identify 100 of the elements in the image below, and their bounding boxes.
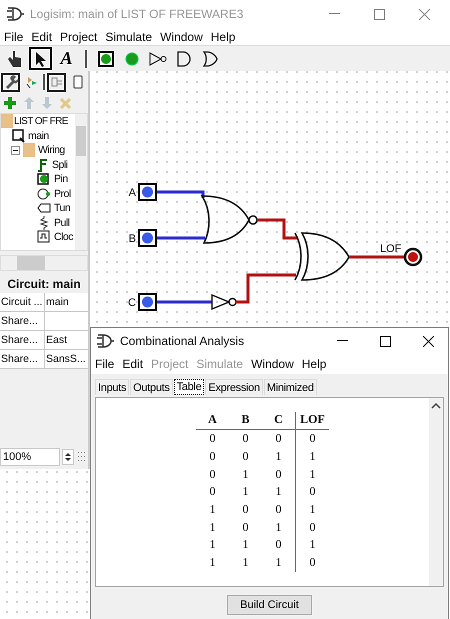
table-cell: 0 <box>296 483 329 501</box>
folder-icon <box>1 114 13 128</box>
add-button[interactable] <box>3 97 17 109</box>
tree-item[interactable]: Wiring <box>38 144 65 156</box>
attribute-value[interactable]: main <box>45 293 88 311</box>
wire <box>157 236 205 240</box>
hierarchy-icon <box>24 75 38 89</box>
pin-label: A <box>128 187 136 199</box>
column-header: C <box>262 412 296 430</box>
hand-icon <box>6 50 22 68</box>
probe-icon <box>37 186 51 201</box>
input-pin-icon[interactable] <box>138 229 157 247</box>
table-cell: 0 <box>262 500 296 518</box>
table-cell: 1 <box>296 500 329 518</box>
tree-item[interactable]: Tun <box>54 202 70 214</box>
pin-label: B <box>128 233 136 245</box>
wire <box>349 256 405 258</box>
attributes-title: Circuit: main <box>6 276 82 293</box>
table-cell: 1 <box>296 448 329 466</box>
menu-item[interactable]: Simulate <box>105 30 152 44</box>
vertical-scrollbar[interactable] <box>429 398 443 586</box>
or-gate-icon <box>202 50 218 66</box>
column-header: B <box>229 412 262 430</box>
table-cell-text: 0 <box>242 501 250 518</box>
tunnel-icon <box>37 201 51 216</box>
wire <box>236 274 296 304</box>
input-pin-icon[interactable] <box>138 183 157 201</box>
menu-item[interactable]: File <box>95 357 114 371</box>
arrow-tool-button[interactable] <box>29 47 52 70</box>
text-tool-button[interactable]: A <box>55 47 78 70</box>
table-cell: 0 <box>296 430 329 448</box>
attribute-value[interactable]: SansS... <box>45 350 88 368</box>
arrow-cursor-icon <box>34 50 46 66</box>
table-cell-text: 0 <box>242 518 250 536</box>
attribute-name: Share... <box>0 350 45 368</box>
menu-item[interactable]: File <box>4 30 24 44</box>
minimize-icon[interactable] <box>337 340 348 342</box>
attribute-value[interactable]: East <box>45 331 88 349</box>
table-cell-text: 0 <box>208 466 216 483</box>
wrench-button[interactable] <box>1 72 20 92</box>
menu-item[interactable]: Edit <box>122 357 144 371</box>
table-cell-text: 0 <box>242 448 250 466</box>
table-cell: 1 <box>296 536 329 554</box>
tab[interactable]: Minimized <box>264 379 317 395</box>
pin-label: C <box>128 297 136 309</box>
magnifier-circuit-icon <box>11 128 25 143</box>
menu-item[interactable]: Help <box>210 30 236 44</box>
tree-item[interactable]: LIST OF FRE <box>14 116 68 127</box>
table-cell-text: 1 <box>208 536 216 554</box>
menu-item[interactable]: Window <box>251 357 294 371</box>
zoom-field[interactable]: 100% <box>0 448 60 466</box>
tree-item[interactable]: main <box>28 130 49 142</box>
column-header: LOF <box>296 412 329 430</box>
tab[interactable]: Table <box>174 379 204 395</box>
wire <box>157 300 212 304</box>
tab[interactable]: Expression <box>205 379 263 395</box>
build-circuit-button[interactable]: Build Circuit <box>227 595 312 615</box>
menu-item[interactable]: Edit <box>31 30 52 44</box>
nor-gate-icon <box>201 195 258 244</box>
menu-item[interactable]: Project <box>60 30 98 44</box>
input-pin-icon[interactable] <box>138 293 157 311</box>
vertical-scrollbar[interactable] <box>75 114 87 250</box>
collapse-toggle-icon[interactable] <box>11 146 20 155</box>
tab[interactable]: Inputs <box>95 379 130 395</box>
tree-item[interactable]: Cloc <box>54 231 74 244</box>
rectangle-icon <box>72 75 84 89</box>
xor-gate-icon <box>294 232 350 281</box>
zoom-spinner[interactable] <box>62 449 74 465</box>
close-icon[interactable] <box>423 336 434 346</box>
tree-item[interactable]: Pin <box>54 173 68 186</box>
tab[interactable]: Outputs <box>130 379 173 395</box>
maximize-icon[interactable] <box>380 336 391 346</box>
table-cell: 0 <box>196 430 229 448</box>
pin-label: LOF <box>380 243 402 255</box>
tree-item[interactable]: Pull <box>54 216 70 229</box>
tree-item[interactable]: Prol <box>54 188 71 200</box>
table-cell: 1 <box>262 448 296 466</box>
table-cell-text: 1 <box>208 518 216 536</box>
table-cell-text: 1 <box>242 483 250 500</box>
table-cell-text: 0 <box>208 448 216 466</box>
table-cell-text: 0 <box>208 483 216 500</box>
wire <box>157 190 204 198</box>
output-pin-icon[interactable] <box>404 248 422 266</box>
table-cell: 0 <box>296 518 329 536</box>
table-cell-text: 1 <box>208 554 216 572</box>
not-gate-icon <box>148 52 166 66</box>
menu-item[interactable]: Help <box>302 357 326 371</box>
scroll-up-icon[interactable] <box>431 402 441 410</box>
resistor-icon <box>37 216 51 230</box>
attribute-name: Share... <box>0 331 45 349</box>
horizontal-scrollbar[interactable] <box>0 255 88 271</box>
folder-icon <box>23 143 35 158</box>
clock-icon <box>37 230 51 244</box>
menu-item[interactable]: Window <box>160 30 203 44</box>
input-pin-icon <box>98 50 114 66</box>
layout-button[interactable] <box>47 72 66 92</box>
wire <box>257 218 298 240</box>
pin-icon <box>37 172 51 186</box>
tree-item[interactable]: Spli <box>52 158 68 171</box>
logisim-logo-icon <box>96 333 114 349</box>
